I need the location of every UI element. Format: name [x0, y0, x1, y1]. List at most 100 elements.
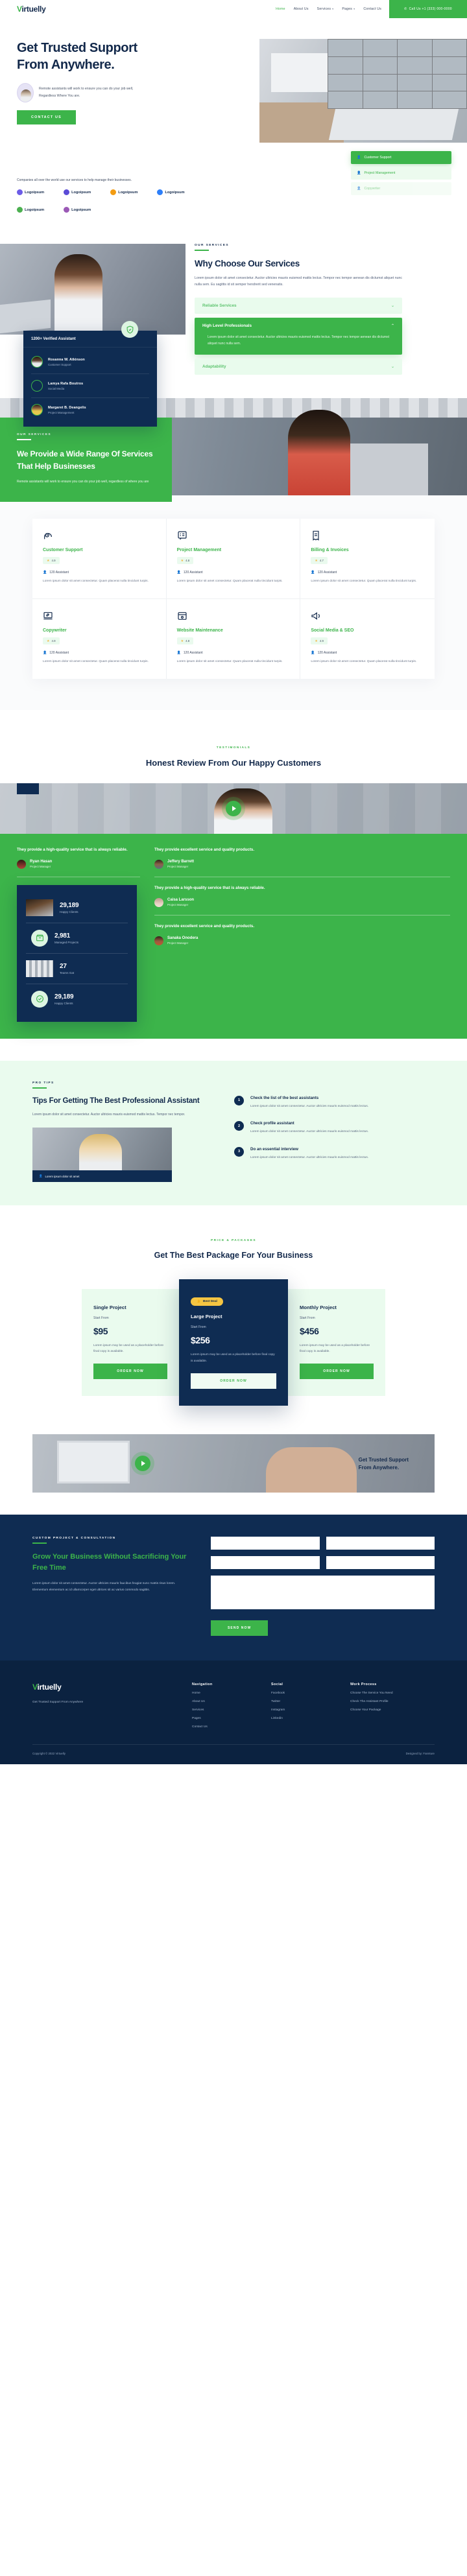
pro-tips-photo: 👤 Lorem ipsum dolor sit amet [32, 1128, 172, 1183]
list-item[interactable]: Margaret B. Deangelis Project Management [31, 398, 149, 421]
section-paragraph: Lorem ipsum dolor sit amet consectetur. … [195, 276, 402, 287]
message-textarea[interactable] [211, 1575, 435, 1609]
footer-link-about[interactable]: About Us [192, 1700, 249, 1703]
author-role: Project Manager [167, 941, 189, 945]
footer-link-twitter[interactable]: Twitter [271, 1700, 328, 1703]
service-card-project-management[interactable]: Project Management ★ 4.8 👤 120 Assistant L… [166, 519, 301, 600]
chip-copywriter[interactable]: 👤 Copywriter [351, 182, 451, 195]
cta-video-copy: Get Trusted Support From Anywhere. [359, 1456, 409, 1472]
footer-link-check-profile[interactable]: Check The Assistant Profile [350, 1700, 435, 1703]
play-icon[interactable] [135, 1455, 150, 1471]
hero-copy: Get Trusted Support From Anywhere. Remot… [0, 40, 195, 125]
team-role: Customer Support [48, 362, 71, 366]
nav-item-contact[interactable]: Contact Us [363, 7, 381, 11]
nav-item-services[interactable]: Services ▾ [317, 7, 334, 11]
chevron-down-icon: ⌄ [390, 365, 394, 370]
list-item[interactable]: Lamya Rafa Boutros Social Media [31, 374, 149, 398]
page-root: Virtuelly Home About Us Services ▾ Pages ▾… [0, 0, 467, 1764]
service-desc: Lorem ipsum dolor sit amet consectetur. … [43, 579, 149, 583]
avatar [154, 897, 163, 907]
plan-start-label: Start From [300, 1316, 315, 1320]
stat-label: Happy Clients [54, 1001, 73, 1005]
play-icon[interactable] [226, 800, 241, 816]
footer-link-contact[interactable]: Contact Us [192, 1725, 249, 1729]
author-name: Ryan Hasan [30, 860, 53, 864]
cta-video[interactable]: Get Trusted Support From Anywhere. [32, 1434, 435, 1493]
footer-link-linkedin[interactable]: Linkedin [271, 1717, 328, 1720]
cta-line1: Get Trusted Support [358, 1456, 409, 1463]
brand-logo[interactable]: Virtuelly [17, 5, 46, 14]
service-desc: Lorem ipsum dolor sit amet consectetur. … [176, 659, 283, 663]
list-item: 2 Check profile assistant Lorem ipsum dolo… [234, 1121, 435, 1135]
order-now-button[interactable]: ORDER NOW [300, 1364, 374, 1380]
service-title: Copywriter [43, 628, 67, 633]
footer-logo[interactable]: Virtuelly [32, 1683, 170, 1692]
user-icon: 👤 [176, 570, 181, 574]
main-nav: Home About Us Services ▾ Pages ▾ Contact U… [276, 7, 381, 11]
chevron-down-icon: ▾ [332, 7, 334, 10]
list-item[interactable]: Rosanna W. Atkinson Customer Support [31, 350, 149, 374]
order-now-button[interactable]: ORDER NOW [191, 1373, 276, 1389]
email-field[interactable] [211, 1555, 320, 1569]
service-card-social-media-seo[interactable]: Social Media & SEO ★ 4.9 👤 120 Assistant L… [300, 599, 435, 679]
testimonial-text: They provide a high-quality service that… [17, 847, 128, 852]
pro-tips-list: 1 Check the list of the best assistants Lo… [234, 1081, 435, 1182]
nav-item-pages[interactable]: Pages ▾ [342, 7, 355, 11]
testimonial-video[interactable]: “ [0, 783, 467, 834]
user-icon: 👤 [311, 570, 315, 574]
footer-link-services[interactable]: Services [192, 1708, 249, 1712]
billing-invoice-icon [311, 530, 321, 541]
team-name: Margaret B. Deangelis [48, 405, 86, 410]
accordion-header[interactable]: High Level Professionals ⌃ [195, 318, 402, 334]
service-card-website-maintenance[interactable]: Website Maintenance ★ 4.8 👤 120 Assistant … [166, 599, 301, 679]
accordion-header[interactable]: Adaptability ⌄ [195, 359, 402, 375]
plan-card-single-project[interactable]: Single Project Start From $95 Lorem ipsu… [82, 1288, 179, 1397]
footer-link-pages[interactable]: Pages [192, 1717, 249, 1720]
phone-input[interactable] [326, 1555, 435, 1569]
section-eyebrow: OUR SERVICES [195, 244, 229, 247]
service-desc: Lorem ipsum dolor sit amet consectetur. … [311, 659, 417, 663]
accordion-item-adaptability[interactable]: Adaptability ⌄ [195, 359, 402, 375]
services-grid: Customer Support ★ 4.9 👤 120 Assistant Lor… [32, 519, 435, 679]
contact-form: SEND NOW [211, 1536, 435, 1636]
last-name-input[interactable] [326, 1536, 435, 1550]
rating-value: 4.8 [186, 639, 190, 643]
footer-link-choose-service[interactable]: Choose The Service You Need [350, 1692, 435, 1695]
footer-link-facebook[interactable]: Facebook [271, 1692, 328, 1695]
footer-link-choose-package[interactable]: Choose Your Package [350, 1708, 435, 1712]
chip-customer-support[interactable]: 👤 Customer Support [351, 151, 451, 164]
service-desc: Lorem ipsum dolor sit amet consectetur. … [43, 659, 149, 663]
eyebrow-underline [32, 1542, 47, 1544]
hero-subtitle-line1: Remote assistants will work to ensure yo… [39, 87, 134, 91]
plan-card-monthly-project[interactable]: Monthly Project Start From $456 Lorem ip… [288, 1288, 385, 1397]
service-card-copywriter[interactable]: Copywriter ★ 4.9 👤 120 Assistant Lorem ips… [32, 599, 167, 679]
nav-item-about[interactable]: About Us [294, 7, 309, 11]
testimonial-author: Sanaka Onodera Project Manager [154, 936, 450, 945]
first-name-input[interactable] [211, 1536, 320, 1550]
call-us-button[interactable]: ✆ Call Us +1 (333) 000-0000 [389, 0, 467, 18]
laptop-pen-icon [43, 611, 53, 621]
nav-item-home[interactable]: Home [276, 7, 285, 11]
order-now-button[interactable]: ORDER NOW [93, 1364, 167, 1380]
accordion-item-high-level-professionals[interactable]: High Level Professionals ⌃ Lorem ipsum do… [195, 318, 402, 355]
author-role: Project Manager [30, 865, 51, 869]
accordion-item-reliable-services[interactable]: Reliable Services ⌄ [195, 298, 402, 314]
stat-label: Happy Clients [60, 910, 78, 914]
footer-link-home[interactable]: Home [192, 1692, 249, 1695]
service-card-customer-support[interactable]: Customer Support ★ 4.9 👤 120 Assistant Lor… [32, 519, 167, 600]
send-now-button[interactable]: SEND NOW [211, 1620, 269, 1636]
hero-contact-button[interactable]: CONTACT US [17, 110, 76, 125]
author-name: Sanaka Onodera [167, 936, 198, 940]
service-card-billing-invoices[interactable]: Billing & Invoices ★ 4.7 👤 120 Assistant L… [300, 519, 435, 600]
footer-link-instagram[interactable]: Instagram [271, 1708, 328, 1712]
accordion-header[interactable]: Reliable Services ⌄ [195, 298, 402, 314]
rating-badge: ★ 4.8 [176, 637, 194, 645]
author-name: Jeffery Barrett [167, 860, 195, 864]
testimonials-heading: Honest Review From Our Happy Customers [145, 757, 322, 768]
chip-project-management[interactable]: 👤 Project Management [351, 167, 451, 180]
plan-card-large-project[interactable]: 👍 Best Deal Large Project Start From $256… [179, 1279, 288, 1406]
hero-title: Get Trusted Support From Anywhere. [17, 40, 195, 73]
stat-value: 27 [60, 962, 67, 970]
avatar [31, 404, 43, 416]
chevron-up-icon: ⌃ [390, 324, 394, 329]
